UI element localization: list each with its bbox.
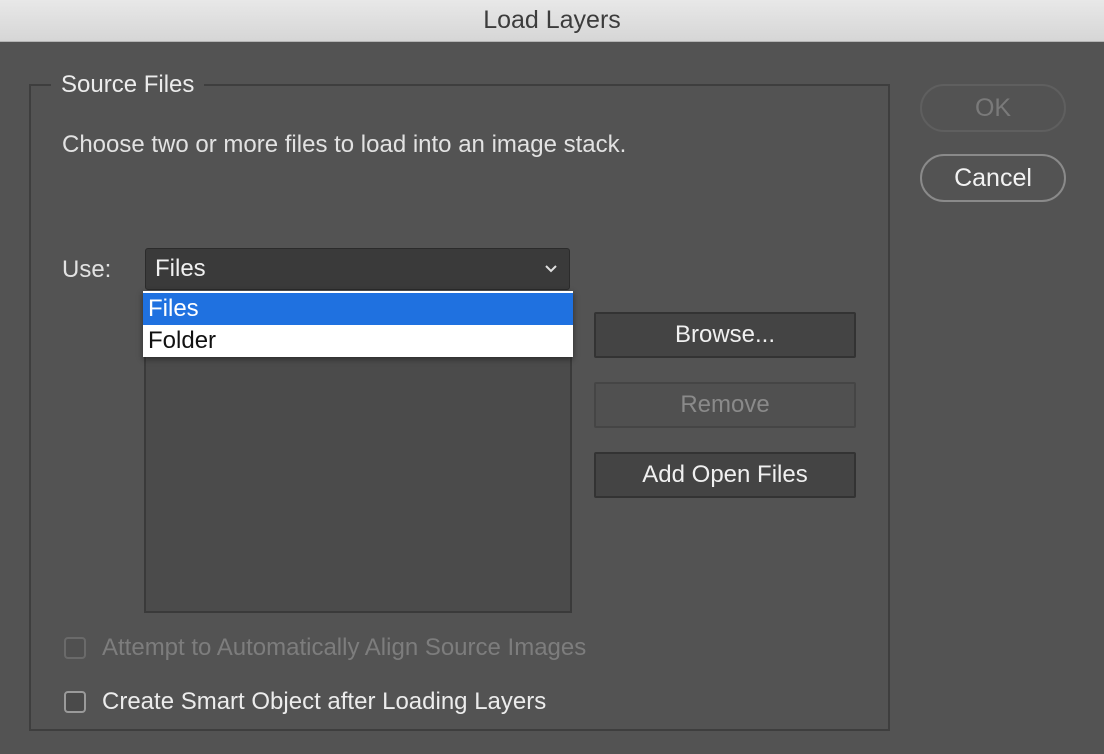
window-title: Load Layers [483, 6, 621, 34]
browse-button[interactable]: Browse... [594, 312, 856, 358]
source-files-legend: Source Files [51, 70, 205, 100]
auto-align-label: Attempt to Automatically Align Source Im… [102, 634, 587, 661]
auto-align-checkbox[interactable] [64, 637, 86, 659]
source-files-description: Choose two or more files to load into an… [62, 131, 627, 158]
use-select[interactable]: Files [145, 248, 570, 290]
use-label: Use: [62, 256, 112, 283]
smart-object-label: Create Smart Object after Loading Layers [102, 688, 547, 715]
use-select-value: Files [155, 255, 206, 282]
use-dropdown-menu: Files Folder [143, 291, 573, 357]
title-bar[interactable]: Load Layers [0, 0, 1104, 42]
dropdown-option-files[interactable]: Files [143, 293, 573, 325]
smart-object-checkbox[interactable] [64, 691, 86, 713]
add-open-files-button[interactable]: Add Open Files [594, 452, 856, 498]
dropdown-option-folder[interactable]: Folder [143, 325, 573, 357]
chevron-down-icon [541, 249, 561, 289]
load-layers-dialog: Load Layers Source Files Choose two or m… [0, 0, 1104, 754]
auto-align-row: Attempt to Automatically Align Source Im… [64, 633, 586, 663]
cancel-button[interactable]: Cancel [920, 154, 1066, 202]
remove-button[interactable]: Remove [594, 382, 856, 428]
smart-object-row: Create Smart Object after Loading Layers [64, 687, 546, 717]
ok-button[interactable]: OK [920, 84, 1066, 132]
